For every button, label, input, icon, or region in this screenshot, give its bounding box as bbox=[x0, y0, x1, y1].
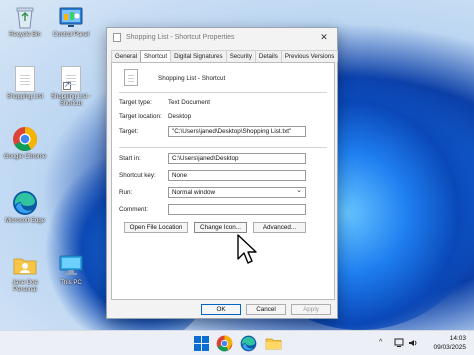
mouse-pointer-icon bbox=[237, 234, 257, 264]
tab-security[interactable]: Security bbox=[225, 50, 256, 62]
close-button[interactable]: ✕ bbox=[311, 28, 337, 46]
shortcut-name: Shopping List - Shortcut bbox=[158, 75, 226, 82]
chrome-icon bbox=[12, 126, 38, 152]
network-icon[interactable] bbox=[394, 338, 404, 348]
desktop-icon-recycle-bin[interactable]: Recycle Bin bbox=[0, 4, 50, 39]
target-input[interactable]: "C:\Users\janed\Desktop\Shopping List.tx… bbox=[168, 126, 306, 137]
this-pc-icon bbox=[58, 252, 84, 278]
cancel-button[interactable]: Cancel bbox=[246, 304, 286, 315]
shortcut-properties-dialog: Shopping List - Shortcut Properties ✕ Ge… bbox=[106, 27, 339, 319]
control-panel-icon bbox=[58, 4, 84, 30]
desktop-icon-label: Control Panel bbox=[52, 32, 90, 38]
desktop-icon-label: This PC bbox=[60, 280, 82, 286]
shortcut-tab-panel: Shopping List - Shortcut Target type: Te… bbox=[111, 62, 335, 300]
text-document-icon bbox=[12, 66, 38, 92]
start-in-input[interactable]: C:\Users\janed\Desktop bbox=[168, 153, 306, 164]
document-icon bbox=[113, 32, 121, 42]
taskbar: ^ 14:03 09/03/2025 bbox=[0, 330, 474, 355]
change-icon-button[interactable]: Change Icon... bbox=[194, 222, 247, 233]
desktop-icon-control-panel[interactable]: Control Panel bbox=[46, 4, 96, 39]
shortcut-key-label: Shortcut key: bbox=[119, 172, 156, 179]
desktop-icon-shopping-list[interactable]: Shopping List bbox=[0, 66, 50, 101]
tab-details[interactable]: Details bbox=[254, 50, 282, 62]
target-type-label: Target type: bbox=[119, 99, 152, 106]
divider bbox=[119, 92, 327, 93]
shortcut-document-icon: ↗ bbox=[58, 66, 84, 92]
desktop-icon-label: Recycle Bin bbox=[9, 32, 41, 38]
desktop-icon-microsoft-edge[interactable]: Microsoft Edge bbox=[0, 190, 50, 225]
apply-button[interactable]: Apply bbox=[291, 304, 331, 315]
target-label: Target: bbox=[119, 128, 139, 135]
tab-digital-signatures[interactable]: Digital Signatures bbox=[170, 50, 227, 62]
close-icon: ✕ bbox=[320, 31, 328, 42]
desktop-icon-shopping-list-shortcut[interactable]: ↗ Shopping List - Shortcut bbox=[46, 66, 96, 108]
shortcut-key-input[interactable]: None bbox=[168, 170, 306, 181]
desktop-icon-label: Google Chrome bbox=[3, 154, 47, 160]
clock-date: 09/03/2025 bbox=[433, 344, 466, 351]
clock[interactable]: 14:03 09/03/2025 bbox=[433, 334, 466, 352]
divider bbox=[119, 147, 327, 148]
advanced-button[interactable]: Advanced... bbox=[253, 222, 306, 233]
comment-input[interactable] bbox=[168, 204, 306, 215]
target-type-value: Text Document bbox=[168, 99, 210, 106]
tab-strip: General Shortcut Digital Signatures Secu… bbox=[111, 50, 339, 63]
comment-label: Comment: bbox=[119, 206, 149, 213]
ok-button[interactable]: OK bbox=[201, 304, 241, 315]
run-select-value: Normal window bbox=[172, 189, 216, 196]
run-label: Run: bbox=[119, 189, 133, 196]
desktop-icon-google-chrome[interactable]: Google Chrome bbox=[0, 126, 50, 161]
recycle-bin-icon bbox=[12, 4, 38, 30]
file-explorer-icon[interactable] bbox=[265, 335, 282, 352]
shortcut-file-icon bbox=[124, 69, 138, 86]
start-in-label: Start in: bbox=[119, 155, 141, 162]
tab-general[interactable]: General bbox=[111, 50, 142, 62]
desktop-icon-user-folder[interactable]: Jane Doe Personal bbox=[0, 252, 50, 294]
target-location-value: Desktop bbox=[168, 113, 192, 120]
volume-icon[interactable] bbox=[408, 338, 418, 348]
windows-start-icon[interactable] bbox=[193, 335, 210, 352]
dialog-titlebar[interactable]: Shopping List - Shortcut Properties ✕ bbox=[107, 28, 337, 46]
target-location-label: Target location: bbox=[119, 113, 162, 120]
tray-overflow-chevron-icon[interactable]: ^ bbox=[379, 339, 382, 346]
tab-previous-versions[interactable]: Previous Versions bbox=[280, 50, 339, 62]
desktop-icon-label: Shopping List bbox=[6, 94, 44, 100]
edge-icon[interactable] bbox=[240, 335, 257, 352]
edge-icon bbox=[12, 190, 38, 216]
run-select[interactable]: Normal window bbox=[168, 187, 306, 198]
desktop-icon-label: Jane Doe Personal bbox=[12, 280, 38, 293]
desktop-icon-label: Shopping List - Shortcut bbox=[50, 94, 92, 107]
chrome-icon[interactable] bbox=[216, 335, 233, 352]
open-file-location-button[interactable]: Open File Location bbox=[124, 222, 188, 233]
dialog-title: Shopping List - Shortcut Properties bbox=[126, 33, 235, 41]
clock-time: 14:03 bbox=[449, 335, 466, 342]
desktop-icon-label: Microsoft Edge bbox=[4, 218, 46, 224]
user-folder-icon bbox=[12, 252, 38, 278]
desktop-icon-this-pc[interactable]: This PC bbox=[46, 252, 96, 287]
